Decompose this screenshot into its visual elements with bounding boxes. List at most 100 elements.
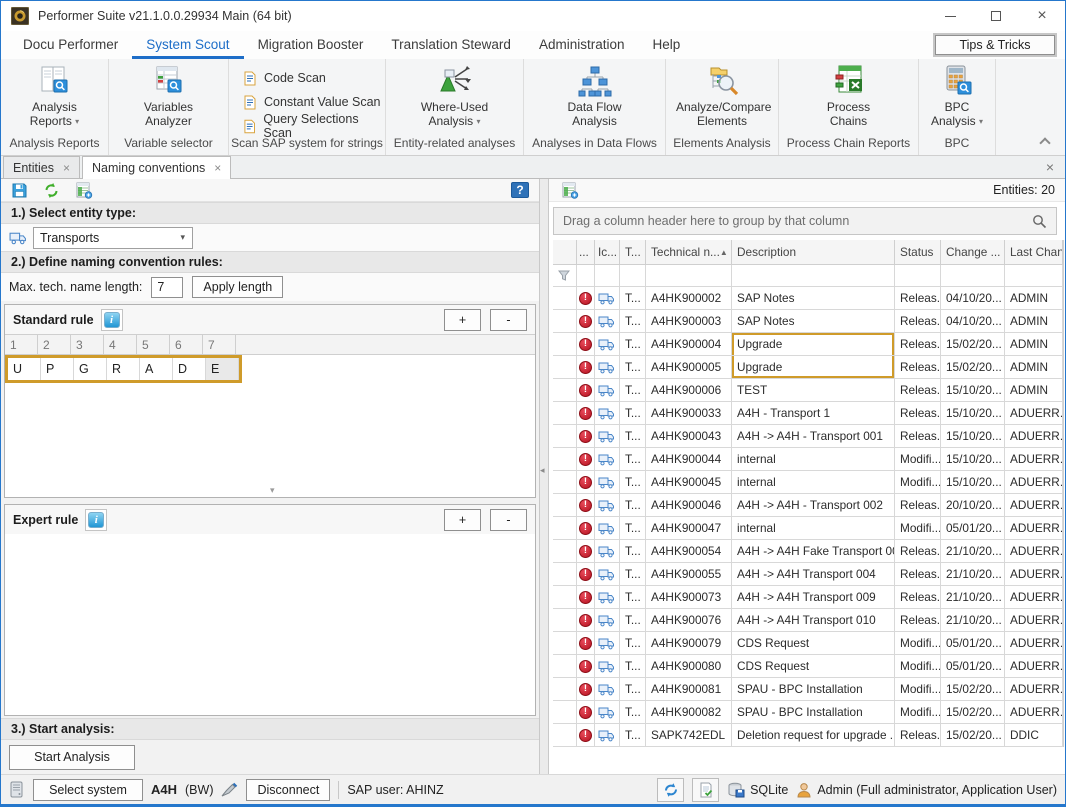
table-row[interactable]: ▸ ! T... A4HK900003 SAP Notes Releas... … (553, 310, 1063, 333)
group-by-drop-zone[interactable]: Drag a column header here to group by th… (553, 207, 1057, 235)
document-tab[interactable]: Entities × (3, 156, 80, 178)
scan-item[interactable]: Query Selections Scan (243, 116, 385, 136)
help-icon[interactable]: ? (511, 182, 529, 198)
col-technical-name[interactable]: Technical n... ▲ (646, 240, 732, 265)
row-expand-cell[interactable]: ▸ (553, 287, 577, 310)
filter-cell[interactable] (577, 265, 595, 287)
rule-column-header[interactable]: 1 (5, 335, 38, 354)
rule-cell[interactable]: E (206, 358, 239, 380)
rule-cell[interactable]: G (74, 358, 107, 380)
excel-export-icon[interactable] (75, 182, 93, 199)
vertical-scrollbar[interactable] (1063, 240, 1065, 747)
col-expand[interactable] (553, 240, 577, 265)
filter-cell[interactable] (553, 265, 577, 287)
excel-export-icon[interactable] (561, 182, 579, 199)
table-row[interactable]: ▸ ! T... A4HK900080 CDS Request Modifi..… (553, 655, 1063, 678)
table-row[interactable]: ▸ ! T... SAPK742EDL Deletion request for… (553, 724, 1063, 747)
maximize-button[interactable] (973, 1, 1019, 31)
col-status[interactable]: Status (895, 240, 941, 265)
rule-column-header[interactable]: 3 (71, 335, 104, 354)
max-length-input[interactable]: 7 (151, 277, 183, 298)
filter-cell[interactable] (595, 265, 620, 287)
row-expand-cell[interactable]: ▸ (553, 310, 577, 333)
remove-expert-rule-button[interactable]: - (490, 509, 527, 531)
close-icon[interactable]: × (214, 161, 221, 175)
col-dots[interactable]: ... (577, 240, 595, 265)
menu-tab[interactable]: Help (638, 31, 694, 59)
table-row[interactable]: ▸ ! T... A4HK900055 A4H -> A4H Transport… (553, 563, 1063, 586)
row-expand-cell[interactable]: ▸ (553, 655, 577, 678)
variables-analyzer-button[interactable]: Variables Analyzer (136, 64, 202, 128)
rule-column-header[interactable]: 6 (170, 335, 203, 354)
rule-cell[interactable]: P (41, 358, 74, 380)
row-expand-cell[interactable]: ▸ (553, 494, 577, 517)
filter-cell[interactable] (646, 265, 732, 287)
table-row[interactable]: ▸ ! T... A4HK900073 A4H -> A4H Transport… (553, 586, 1063, 609)
close-icon[interactable]: × (63, 161, 70, 175)
table-row[interactable]: ▸ ! T... A4HK900043 A4H -> A4H - Transpo… (553, 425, 1063, 448)
table-row[interactable]: ▸ ! T... A4HK900079 CDS Request Modifi..… (553, 632, 1063, 655)
row-expand-cell[interactable]: ▸ (553, 678, 577, 701)
rule-column-header[interactable]: 7 (203, 335, 236, 354)
table-row[interactable]: ▸ ! T... A4HK900082 SPAU - BPC Installat… (553, 701, 1063, 724)
rule-cell[interactable]: A (140, 358, 173, 380)
search-icon[interactable] (1032, 214, 1047, 229)
table-row[interactable]: ▸ ! T... A4HK900045 internal Modifi... 1… (553, 471, 1063, 494)
standard-rule-info-button[interactable]: i (101, 309, 123, 331)
col-change-date[interactable]: Change ... (941, 240, 1005, 265)
rule-cell[interactable]: U (8, 358, 41, 380)
rule-column-header[interactable]: 2 (38, 335, 71, 354)
filter-cell[interactable] (895, 265, 941, 287)
refresh-icon[interactable] (43, 182, 60, 199)
row-expand-cell[interactable]: ▸ (553, 356, 577, 379)
remove-rule-button[interactable]: - (490, 309, 527, 331)
bpc-analysis-button[interactable]: BPC Analysis ▾ (922, 64, 992, 128)
entity-type-select[interactable]: Transports ▾ (33, 227, 193, 249)
close-document-area-icon[interactable]: × (1046, 159, 1054, 175)
row-expand-cell[interactable]: ▸ (553, 425, 577, 448)
collapse-ribbon-icon[interactable] (1039, 137, 1050, 148)
table-row[interactable]: ▸ ! T... A4HK900054 A4H -> A4H Fake Tran… (553, 540, 1063, 563)
process-chains-button[interactable]: Process Chains (819, 64, 879, 128)
report-log-button[interactable] (692, 778, 719, 802)
row-expand-cell[interactable]: ▸ (553, 448, 577, 471)
table-row[interactable]: ▸ ! T... A4HK900044 internal Modifi... 1… (553, 448, 1063, 471)
sync-button[interactable] (657, 778, 684, 802)
table-row[interactable]: ▸ ! T... A4HK900033 A4H - Transport 1 Re… (553, 402, 1063, 425)
add-expert-rule-button[interactable]: + (444, 509, 481, 531)
row-expand-cell[interactable]: ▸ (553, 333, 577, 356)
save-icon[interactable] (11, 182, 28, 199)
filter-cell[interactable] (1005, 265, 1063, 287)
expert-rule-info-button[interactable]: i (85, 509, 107, 531)
document-tab[interactable]: Naming conventions × (82, 156, 231, 179)
row-expand-cell[interactable]: ▸ (553, 471, 577, 494)
rule-cell[interactable]: D (173, 358, 206, 380)
minimize-button[interactable] (927, 1, 973, 31)
splitter-down-icon[interactable]: ▾ (270, 485, 275, 496)
row-expand-cell[interactable]: ▸ (553, 517, 577, 540)
close-button[interactable]: × (1019, 1, 1065, 31)
table-row[interactable]: ▸ ! T... A4HK900081 SPAU - BPC Installat… (553, 678, 1063, 701)
tips-and-tricks-button[interactable]: Tips & Tricks (935, 35, 1055, 55)
data-flow-analysis-button[interactable]: Data Flow Analysis (562, 64, 628, 128)
menu-tab[interactable]: Translation Steward (377, 31, 525, 59)
menu-tab[interactable]: Administration (525, 31, 639, 59)
row-expand-cell[interactable]: ▸ (553, 586, 577, 609)
filter-cell[interactable] (941, 265, 1005, 287)
where-used-analysis-button[interactable]: Where-Used Analysis ▾ (415, 64, 495, 128)
table-row[interactable]: ▸ ! T... A4HK900004 Upgrade Releas... 15… (553, 333, 1063, 356)
row-expand-cell[interactable]: ▸ (553, 402, 577, 425)
rule-column-header[interactable]: 5 (137, 335, 170, 354)
row-expand-cell[interactable]: ▸ (553, 540, 577, 563)
filter-cell[interactable] (732, 265, 895, 287)
scan-item[interactable]: Constant Value Scan (243, 92, 385, 112)
rule-column-header[interactable]: 4 (104, 335, 137, 354)
menu-tab[interactable]: Docu Performer (9, 31, 132, 59)
col-icon[interactable]: Ic... (595, 240, 620, 265)
menu-tab[interactable]: System Scout (132, 31, 243, 59)
add-rule-button[interactable]: + (444, 309, 481, 331)
row-expand-cell[interactable]: ▸ (553, 379, 577, 402)
row-expand-cell[interactable]: ▸ (553, 609, 577, 632)
table-row[interactable]: ▸ ! T... A4HK900046 A4H -> A4H - Transpo… (553, 494, 1063, 517)
panel-splitter[interactable]: ◂ (539, 179, 549, 774)
